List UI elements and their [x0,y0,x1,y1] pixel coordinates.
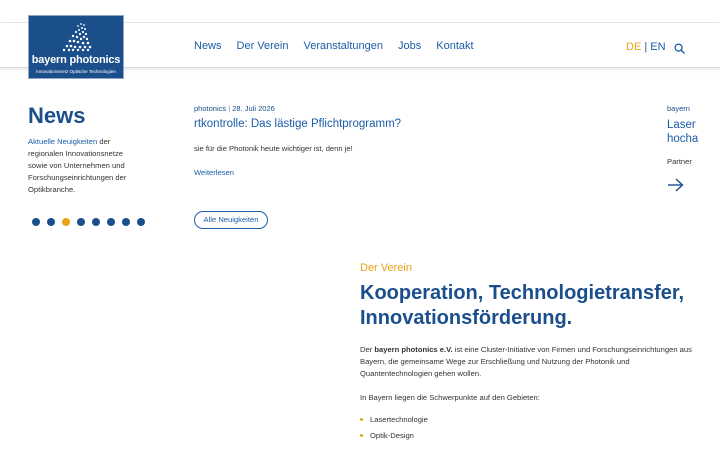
slider-dot[interactable] [92,218,100,226]
peek-title-line1: Laser [667,119,696,131]
slider-dot[interactable] [122,218,130,226]
peek-card-partner: Partner [667,157,692,166]
all-news-button[interactable]: Alle Neuigkeiten [194,211,268,229]
section-eyebrow: Der Verein [360,262,412,274]
slider-dot[interactable] [32,218,40,226]
nav-item-news[interactable]: News [194,40,222,52]
section-title: Kooperation, Technologietransfer, Innova… [360,282,685,329]
p1-prefix: Der [360,345,375,354]
peek-title-line2: hocha [667,133,699,145]
lang-de[interactable]: DE [626,41,641,53]
logo[interactable]: bayern photonics Innovationsnetz Optisch… [28,15,124,79]
verein-paragraph-2: In Bayern liegen die Schwerpunkte auf de… [360,393,540,402]
lang-separator: | [644,41,648,53]
logo-dots-icon [62,23,92,52]
card-meta-separator: | [228,104,231,113]
logo-name: bayern photonics [31,54,121,66]
slider-dot[interactable] [62,218,70,226]
language-switcher: DE | EN [626,41,666,53]
card-category: photonics [194,104,227,113]
slider-dots [32,218,145,226]
card-meta: photonics | 28. Juli 2026 [194,104,275,113]
slider-dot[interactable] [47,218,55,226]
logo-tagline: Innovationsnetz Optische Technologien [36,69,116,74]
p1-bold: bayern photonics e.V. [374,345,453,354]
peek-card-title[interactable]: Laser hocha [667,118,720,146]
arrow-right-icon[interactable] [667,178,684,192]
news-desc-highlight[interactable]: Aktuelle Neuigkeiten [28,137,97,146]
slider-dot[interactable] [77,218,85,226]
lang-en[interactable]: EN [650,41,665,53]
slider-dot[interactable] [107,218,115,226]
search-icon[interactable] [674,43,685,54]
card-text: sie für die Photonik heute wichtiger ist… [194,144,353,153]
list-item: Lasertechnologie [360,414,428,430]
peek-card-category: bayern [667,104,690,113]
nav-item-kontakt[interactable]: Kontakt [436,40,473,52]
slider-dot[interactable] [137,218,145,226]
nav-item-jobs[interactable]: Jobs [398,40,421,52]
news-title: News [28,103,86,128]
list-item: Optik-Design [360,430,428,446]
card-date: 28. Juli 2026 [232,104,275,113]
verein-paragraph-1: Der bayern photonics e.V. ist eine Clust… [360,344,700,380]
nav-item-verein[interactable]: Der Verein [237,40,289,52]
news-description: Aktuelle Neuigkeiten der regionalen Inno… [28,136,138,196]
main-nav: News Der Verein Veranstaltungen Jobs Kon… [194,40,489,52]
read-more-link[interactable]: Weiterlesen [194,168,234,177]
card-title[interactable]: rtkontrolle: Das lästige Pflichtprogramm… [194,118,401,130]
nav-item-veranstaltungen[interactable]: Veranstaltungen [304,40,384,52]
focus-list: Lasertechnologie Optik-Design [360,414,428,446]
